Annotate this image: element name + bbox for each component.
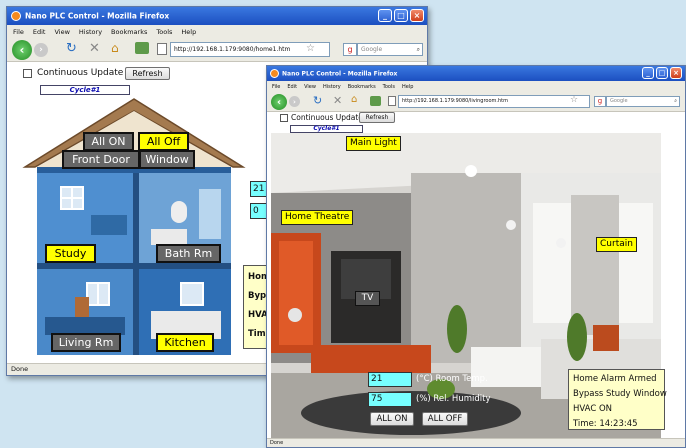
curtain-label[interactable]: Curtain <box>596 237 637 252</box>
forward-arrow-icon[interactable]: › <box>34 43 48 57</box>
menu-bar: File Edit View History Bookmarks Tools H… <box>267 81 685 92</box>
window-title: Nano PLC Control - Mozilla Firefox <box>282 70 398 77</box>
title-bar: Nano PLC Control - Mozilla Firefox _ □ × <box>267 66 685 81</box>
status-panel: Home Alarm Armed Bypass Study Window HVA… <box>568 369 667 430</box>
menu-file[interactable]: File <box>13 28 24 36</box>
page-icon <box>388 96 396 106</box>
search-engine-icon[interactable]: g <box>343 43 357 56</box>
all-on-button[interactable]: All ON <box>83 132 134 151</box>
continuous-update-checkbox[interactable] <box>23 69 32 78</box>
continuous-update-checkbox[interactable] <box>280 114 288 122</box>
menu-history[interactable]: History <box>323 84 341 90</box>
tv-label[interactable]: TV <box>355 291 380 306</box>
status-text: Done <box>11 365 29 373</box>
status-line-time: Time: 14:23:45 <box>573 419 638 429</box>
humidity-value: 75 <box>368 392 412 407</box>
search-placeholder: Google <box>361 46 383 53</box>
bookmark-add-icon[interactable] <box>370 96 381 106</box>
bookmark-add-icon[interactable] <box>135 42 149 54</box>
main-light-label[interactable]: Main Light <box>346 136 401 151</box>
close-button[interactable]: × <box>410 9 424 22</box>
search-input[interactable]: Google ⌕ <box>606 96 680 107</box>
back-arrow-icon[interactable]: ‹ <box>271 94 287 110</box>
title-bar: Nano PLC Control - Mozilla Firefox _ □ × <box>7 7 427 25</box>
reload-icon[interactable]: ↻ <box>66 41 77 56</box>
search-engine-icon[interactable]: g <box>594 96 606 107</box>
refresh-button[interactable]: Refresh <box>359 112 395 123</box>
search-input[interactable]: Google ⌕ <box>357 43 423 56</box>
browser-window-living-room: Nano PLC Control - Mozilla Firefox _ □ ×… <box>266 65 686 448</box>
maximize-button[interactable]: □ <box>656 67 668 79</box>
status-line-hvac: HVAC ON <box>573 404 613 414</box>
star-icon[interactable]: ☆ <box>306 43 315 54</box>
search-icon: ⌕ <box>416 46 420 53</box>
search-icon: ⌕ <box>674 98 677 104</box>
status-bar: Done <box>267 438 685 447</box>
navigation-toolbar: ‹ › ↻ ✕ ⌂ http://192.168.1.179:9080/home… <box>7 38 427 62</box>
status-text: Done <box>270 440 284 446</box>
menu-tools[interactable]: Tools <box>383 84 395 90</box>
menu-edit[interactable]: Edit <box>33 28 46 36</box>
navigation-toolbar: ‹ › ↻ ✕ ⌂ http://192.168.1.179:9080/livi… <box>267 92 685 112</box>
firefox-icon <box>270 69 279 78</box>
kitchen-button[interactable]: Kitchen <box>156 333 214 352</box>
stop-icon[interactable]: ✕ <box>89 41 100 56</box>
menu-bookmarks[interactable]: Bookmarks <box>348 84 376 90</box>
menu-view[interactable]: View <box>54 28 69 36</box>
window-title: Nano PLC Control - Mozilla Firefox <box>25 11 170 21</box>
minimize-button[interactable]: _ <box>378 9 392 22</box>
room-temperature-value: 21 <box>368 372 412 387</box>
close-button[interactable]: × <box>670 67 682 79</box>
all-on-button[interactable]: ALL ON <box>370 412 414 426</box>
continuous-update-label: Continuous Update <box>37 68 124 78</box>
url-text: http://192.168.1.179:9080/home1.htm <box>174 46 291 53</box>
all-off-button[interactable]: All Off <box>138 132 189 151</box>
study-button[interactable]: Study <box>45 244 96 263</box>
menu-view[interactable]: View <box>304 84 316 90</box>
menu-help[interactable]: Help <box>181 28 196 36</box>
continuous-update-label: Continuous Update <box>291 113 363 122</box>
room-temperature-label: (°C) Room Temp. <box>416 374 488 384</box>
menu-tools[interactable]: Tools <box>156 28 172 36</box>
menu-edit[interactable]: Edit <box>287 84 297 90</box>
stop-icon[interactable]: ✕ <box>333 94 342 107</box>
url-text: http://192.168.1.179:9080/livingroom.htm <box>402 98 508 104</box>
reload-icon[interactable]: ↻ <box>313 94 322 107</box>
forward-arrow-icon[interactable]: › <box>289 96 300 107</box>
cycle-indicator: Cycle#1 <box>40 85 130 95</box>
cycle-indicator: Cycle#1 <box>290 125 363 133</box>
minimize-button[interactable]: _ <box>642 67 654 79</box>
humidity-label: (%) Rel. Humidity <box>416 394 491 404</box>
home-icon[interactable]: ⌂ <box>111 41 119 55</box>
home-icon[interactable]: ⌂ <box>351 94 357 105</box>
url-bar[interactable]: http://192.168.1.179:9080/livingroom.htm <box>398 95 590 108</box>
all-off-button[interactable]: ALL OFF <box>422 412 468 426</box>
home-theatre-label[interactable]: Home Theatre <box>281 210 354 225</box>
star-icon[interactable]: ☆ <box>570 95 578 105</box>
menu-history[interactable]: History <box>79 28 102 36</box>
bath-room-button[interactable]: Bath Rm <box>156 244 221 263</box>
search-placeholder: Google <box>610 98 628 104</box>
status-line-bypass: Bypass Study Window <box>573 389 667 399</box>
house-illustration <box>22 98 246 355</box>
page-icon <box>157 43 167 55</box>
menu-bookmarks[interactable]: Bookmarks <box>111 28 147 36</box>
status-line-alarm: Home Alarm Armed <box>573 374 657 384</box>
window-button[interactable]: Window <box>139 150 195 169</box>
living-room-button[interactable]: Living Rm <box>51 333 121 352</box>
back-arrow-icon[interactable]: ‹ <box>12 40 32 60</box>
firefox-icon <box>11 11 21 21</box>
menu-bar: File Edit View History Bookmarks Tools H… <box>7 25 427 38</box>
menu-file[interactable]: File <box>272 84 280 90</box>
front-door-button[interactable]: Front Door <box>62 150 140 169</box>
menu-help[interactable]: Help <box>402 84 413 90</box>
maximize-button[interactable]: □ <box>394 9 408 22</box>
refresh-button[interactable]: Refresh <box>125 67 170 80</box>
